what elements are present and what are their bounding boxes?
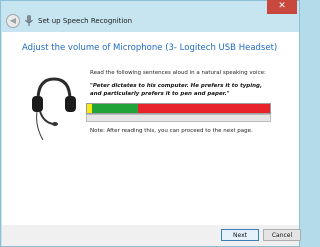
level-progress-bar — [86, 114, 271, 122]
headset-icon — [32, 77, 76, 140]
title-bar: ◀ Set up Speech Recognition — [6, 14, 132, 28]
back-arrow-icon[interactable]: ◀ — [6, 14, 20, 28]
volume-zone-good — [92, 104, 138, 113]
microphone-icon — [25, 15, 33, 26]
content-panel: Adjust the volume of Microphone (3- Logi… — [2, 32, 299, 225]
cancel-button[interactable]: Cancel — [263, 229, 301, 241]
next-button[interactable]: Next — [221, 229, 259, 241]
volume-zone-high — [138, 104, 270, 113]
footer-bar: Next Cancel — [2, 225, 301, 246]
page-heading: Adjust the volume of Microphone (3- Logi… — [22, 43, 278, 53]
wizard-window: ✕ ◀ Set up Speech Recognition Adjust the… — [0, 0, 301, 247]
volume-meter — [86, 103, 271, 114]
window-title: Set up Speech Recognition — [38, 17, 133, 25]
note-text: Note: After reading this, you can procee… — [90, 128, 253, 134]
instruction-text: Read the following sentences aloud in a … — [90, 70, 266, 76]
close-button[interactable]: ✕ — [267, 0, 297, 14]
read-aloud-sentence: "Peter dictates to his computer. He pref… — [90, 83, 263, 97]
